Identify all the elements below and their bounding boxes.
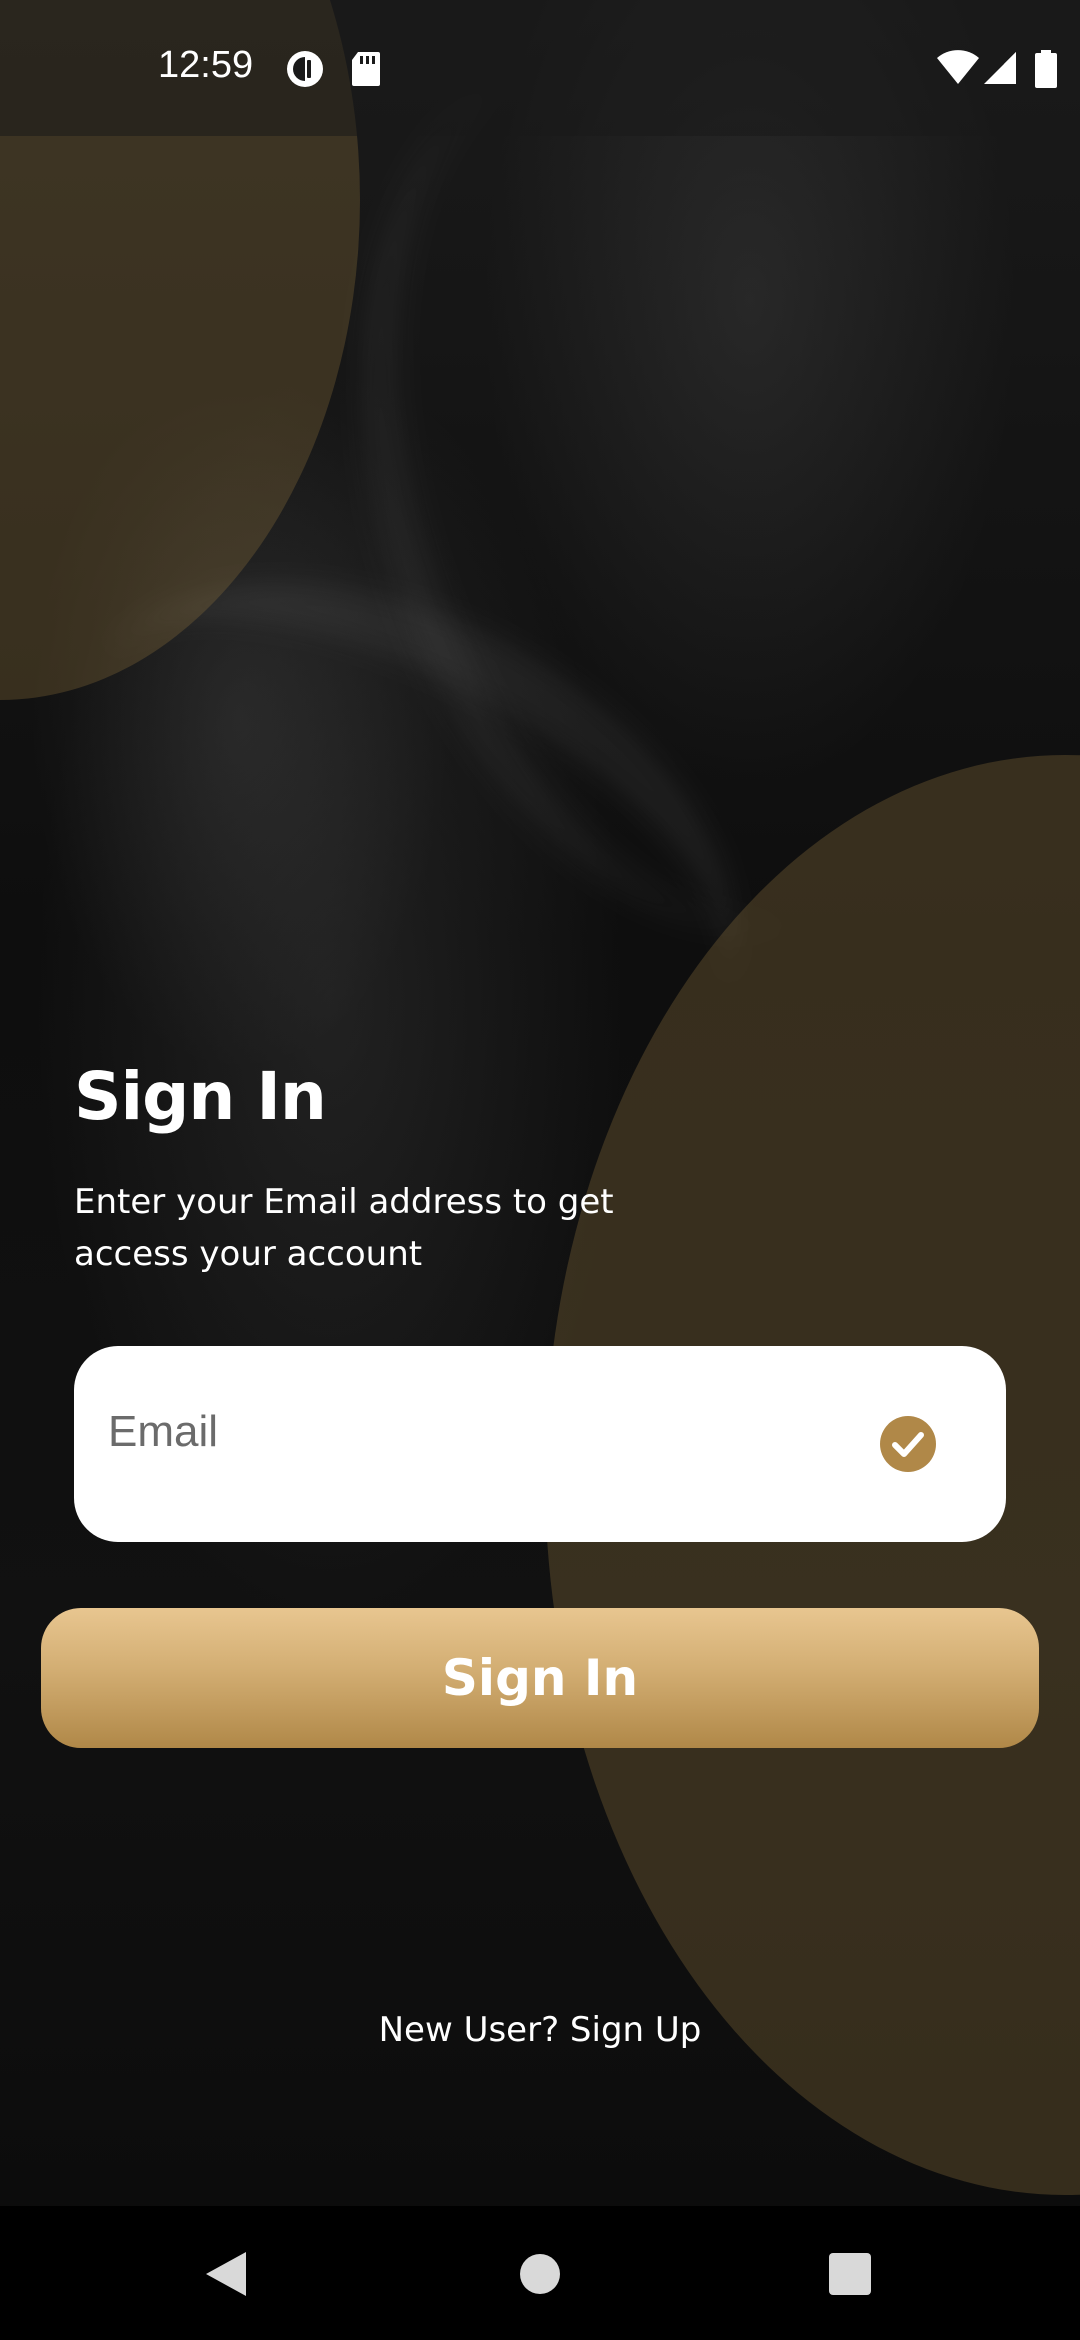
email-field[interactable]	[106, 1396, 870, 1468]
recents-icon[interactable]	[810, 2234, 890, 2314]
sign-in-screen: 12:59 Sign In Enter your Email address t…	[0, 0, 1080, 2340]
sign-up-link[interactable]: New User? Sign Up	[0, 2010, 1080, 2050]
sign-in-button[interactable]: Sign In	[41, 1608, 1039, 1748]
back-icon[interactable]	[186, 2234, 266, 2314]
sign-in-content: Sign In Enter your Email address to get …	[0, 0, 1080, 2340]
page-title: Sign In	[74, 1058, 327, 1135]
email-field-container[interactable]	[74, 1346, 1006, 1542]
page-subtitle: Enter your Email address to get access y…	[74, 1182, 614, 1274]
check-circle-icon	[880, 1416, 936, 1472]
home-icon[interactable]	[500, 2234, 580, 2314]
navigation-bar	[0, 2206, 1080, 2340]
